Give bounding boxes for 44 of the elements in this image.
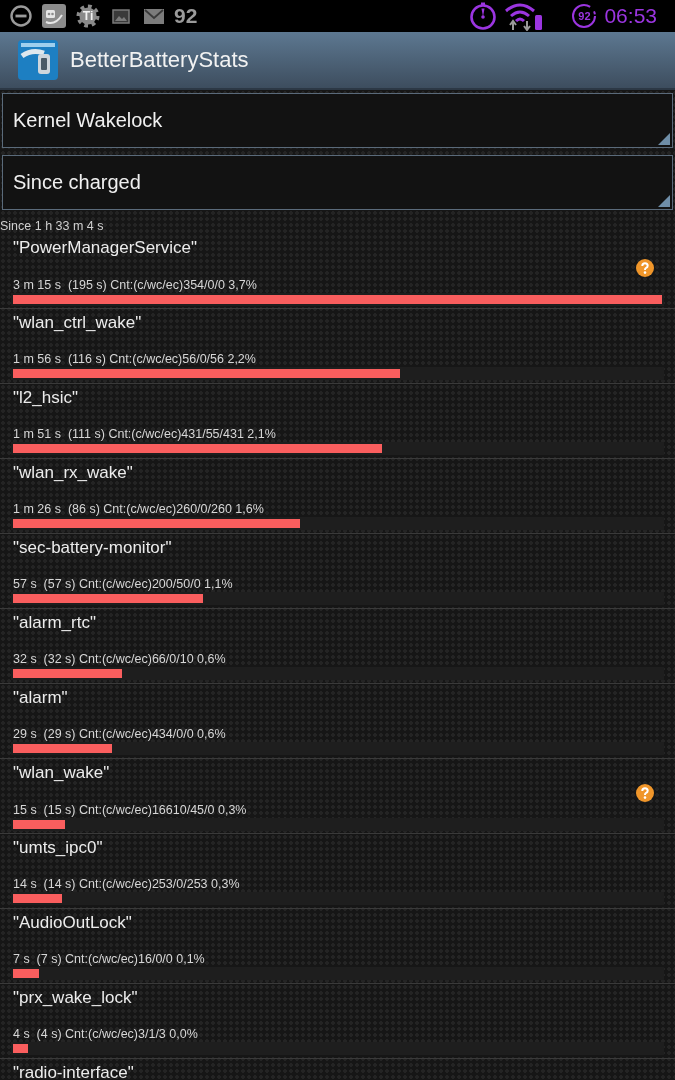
wakelock-stats: 1 m 56 s (116 s) Cnt:(c/wc/ec)56/0/56 2,2%	[13, 351, 256, 367]
wakelock-stats: 15 s (15 s) Cnt:(c/wc/ec)16610/45/0 0,3%	[13, 802, 247, 818]
wifi-icon	[503, 1, 544, 31]
wakelock-name[interactable]: "l2_hsic"	[13, 387, 78, 409]
notification-count: 92	[174, 4, 198, 28]
wakelock-name[interactable]: "PowerManagerService"	[13, 237, 198, 259]
corner-triangle-icon	[658, 133, 670, 145]
wakelock-stats: 57 s (57 s) Cnt:(c/wc/ec)200/50/0 1,1%	[13, 576, 233, 592]
stopwatch-icon	[469, 2, 498, 30]
dropdown[interactable]: Kernel Wakelock	[2, 93, 673, 148]
wakelock-name[interactable]: "wlan_rx_wake"	[13, 462, 133, 484]
wakelock-name[interactable]: "prx_wake_lock"	[13, 987, 138, 1009]
do-not-disturb-icon	[10, 5, 32, 27]
app-title: BetterBatteryStats	[70, 47, 249, 73]
badge-label: Ti	[81, 9, 95, 23]
wakelock-name[interactable]: "alarm_rtc"	[13, 612, 96, 634]
clock-time: 06:53	[604, 4, 657, 28]
help-icon[interactable]	[636, 259, 654, 277]
wakelock-name[interactable]: "alarm"	[13, 687, 68, 709]
wakelock-stats: 14 s (14 s) Cnt:(c/wc/ec)253/0/253 0,3%	[13, 876, 240, 892]
wakelock-name[interactable]: "sec-battery-monitor"	[13, 537, 172, 559]
image-icon	[112, 8, 130, 24]
dropdown[interactable]: Since charged	[2, 155, 673, 210]
wakelock-stats: 29 s (29 s) Cnt:(c/wc/ec)434/0/0 0,6%	[13, 726, 226, 742]
wakelock-name[interactable]: "wlan_ctrl_wake"	[13, 312, 142, 334]
wakelock-stats: 4 s (4 s) Cnt:(c/wc/ec)3/1/3 0,0%	[13, 1026, 198, 1042]
wakelock-stats: 32 s (32 s) Cnt:(c/wc/ec)66/0/10 0,6%	[13, 651, 226, 667]
wakelock-name[interactable]: "wlan_wake"	[13, 762, 110, 784]
gear-icon	[76, 4, 100, 28]
wakelock-stats: 1 m 26 s (86 s) Cnt:(c/wc/ec)260/0/260 1,6%	[13, 501, 264, 517]
wakelock-stats: 7 s (7 s) Cnt:(c/wc/ec)16/0/0 0,1%	[13, 951, 205, 967]
mail-icon	[144, 8, 164, 24]
corner-triangle-icon	[658, 195, 670, 207]
help-icon[interactable]	[636, 784, 654, 802]
smiley-tile-icon	[42, 4, 66, 28]
wakelock-stats: 1 m 51 s (111 s) Cnt:(c/wc/ec)431/55/431 2,1%	[13, 426, 276, 442]
battery-percent: 92	[577, 10, 592, 22]
battery-ring-icon	[571, 3, 598, 29]
app-logo-icon	[18, 40, 58, 80]
since-label: Since 1 h 33 m 4 s	[0, 218, 104, 234]
wakelock-name[interactable]: "AudioOutLock"	[13, 912, 132, 934]
wakelock-name[interactable]: "umts_ipc0"	[13, 837, 103, 859]
wakelock-stats: 3 m 15 s (195 s) Cnt:(c/wc/ec)354/0/0 3,7%	[13, 277, 257, 293]
wakelock-name[interactable]: "radio-interface"	[13, 1062, 134, 1080]
